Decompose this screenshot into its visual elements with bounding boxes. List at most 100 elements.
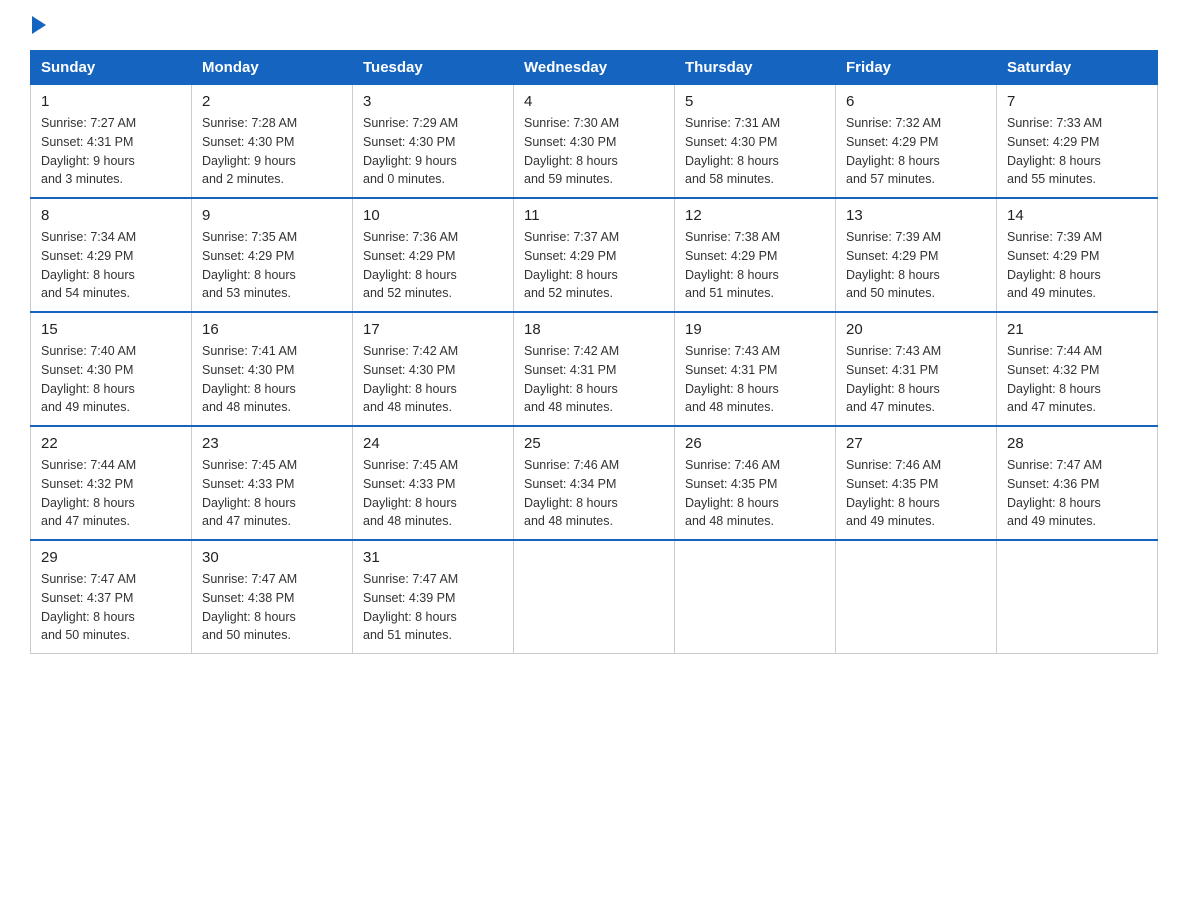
day-info: Sunrise: 7:47 AMSunset: 4:38 PMDaylight:… (202, 570, 342, 645)
day-info: Sunrise: 7:33 AMSunset: 4:29 PMDaylight:… (1007, 114, 1147, 189)
day-info: Sunrise: 7:38 AMSunset: 4:29 PMDaylight:… (685, 228, 825, 303)
calendar-table: SundayMondayTuesdayWednesdayThursdayFrid… (30, 50, 1158, 654)
day-number: 15 (41, 321, 181, 338)
day-number: 1 (41, 93, 181, 110)
day-number: 25 (524, 435, 664, 452)
day-number: 20 (846, 321, 986, 338)
day-number: 4 (524, 93, 664, 110)
calendar-week-row: 8 Sunrise: 7:34 AMSunset: 4:29 PMDaylight… (31, 198, 1158, 312)
calendar-cell: 17 Sunrise: 7:42 AMSunset: 4:30 PMDayligh… (353, 312, 514, 426)
calendar-cell: 16 Sunrise: 7:41 AMSunset: 4:30 PMDayligh… (192, 312, 353, 426)
day-info: Sunrise: 7:47 AMSunset: 4:37 PMDaylight:… (41, 570, 181, 645)
calendar-cell: 3 Sunrise: 7:29 AMSunset: 4:30 PMDaylight… (353, 85, 514, 199)
calendar-cell: 1 Sunrise: 7:27 AMSunset: 4:31 PMDaylight… (31, 85, 192, 199)
calendar-week-row: 1 Sunrise: 7:27 AMSunset: 4:31 PMDaylight… (31, 85, 1158, 199)
day-number: 23 (202, 435, 342, 452)
day-info: Sunrise: 7:27 AMSunset: 4:31 PMDaylight:… (41, 114, 181, 189)
calendar-cell: 5Sunrise: 7:31 AMSunset: 4:30 PMDaylight… (675, 85, 836, 199)
day-number: 19 (685, 321, 825, 338)
col-header-friday: Friday (836, 51, 997, 85)
day-info: Sunrise: 7:35 AMSunset: 4:29 PMDaylight:… (202, 228, 342, 303)
calendar-cell: 20 Sunrise: 7:43 AMSunset: 4:31 PMDayligh… (836, 312, 997, 426)
day-number: 18 (524, 321, 664, 338)
day-info: Sunrise: 7:42 AMSunset: 4:31 PMDaylight:… (524, 342, 664, 417)
page-header (30, 20, 1158, 30)
calendar-cell: 9 Sunrise: 7:35 AMSunset: 4:29 PMDaylight… (192, 198, 353, 312)
day-number: 8 (41, 207, 181, 224)
day-info: Sunrise: 7:31 AMSunset: 4:30 PMDaylight:… (685, 114, 825, 189)
calendar-cell: 28 Sunrise: 7:47 AMSunset: 4:36 PMDayligh… (997, 426, 1158, 540)
day-info: Sunrise: 7:37 AMSunset: 4:29 PMDaylight:… (524, 228, 664, 303)
calendar-cell: 26 Sunrise: 7:46 AMSunset: 4:35 PMDayligh… (675, 426, 836, 540)
day-number: 10 (363, 207, 503, 224)
day-number: 2 (202, 93, 342, 110)
calendar-cell: 10 Sunrise: 7:36 AMSunset: 4:29 PMDayligh… (353, 198, 514, 312)
calendar-week-row: 15Sunrise: 7:40 AMSunset: 4:30 PMDayligh… (31, 312, 1158, 426)
day-info: Sunrise: 7:46 AMSunset: 4:34 PMDaylight:… (524, 456, 664, 531)
calendar-cell (836, 540, 997, 654)
col-header-tuesday: Tuesday (353, 51, 514, 85)
day-number: 29 (41, 549, 181, 566)
day-info: Sunrise: 7:29 AMSunset: 4:30 PMDaylight:… (363, 114, 503, 189)
day-info: Sunrise: 7:30 AMSunset: 4:30 PMDaylight:… (524, 114, 664, 189)
calendar-cell: 31 Sunrise: 7:47 AMSunset: 4:39 PMDayligh… (353, 540, 514, 654)
day-info: Sunrise: 7:36 AMSunset: 4:29 PMDaylight:… (363, 228, 503, 303)
calendar-cell: 18 Sunrise: 7:42 AMSunset: 4:31 PMDayligh… (514, 312, 675, 426)
calendar-cell: 12 Sunrise: 7:38 AMSunset: 4:29 PMDayligh… (675, 198, 836, 312)
day-number: 6 (846, 93, 986, 110)
day-info: Sunrise: 7:43 AMSunset: 4:31 PMDaylight:… (685, 342, 825, 417)
day-number: 30 (202, 549, 342, 566)
calendar-cell (514, 540, 675, 654)
day-info: Sunrise: 7:44 AMSunset: 4:32 PMDaylight:… (41, 456, 181, 531)
calendar-cell: 15Sunrise: 7:40 AMSunset: 4:30 PMDayligh… (31, 312, 192, 426)
day-info: Sunrise: 7:46 AMSunset: 4:35 PMDaylight:… (685, 456, 825, 531)
calendar-cell: 11 Sunrise: 7:37 AMSunset: 4:29 PMDayligh… (514, 198, 675, 312)
day-number: 28 (1007, 435, 1147, 452)
calendar-cell: 21 Sunrise: 7:44 AMSunset: 4:32 PMDayligh… (997, 312, 1158, 426)
calendar-cell: 7 Sunrise: 7:33 AMSunset: 4:29 PMDaylight… (997, 85, 1158, 199)
day-info: Sunrise: 7:41 AMSunset: 4:30 PMDaylight:… (202, 342, 342, 417)
day-info: Sunrise: 7:47 AMSunset: 4:36 PMDaylight:… (1007, 456, 1147, 531)
day-number: 26 (685, 435, 825, 452)
day-info: Sunrise: 7:42 AMSunset: 4:30 PMDaylight:… (363, 342, 503, 417)
day-number: 9 (202, 207, 342, 224)
day-info: Sunrise: 7:34 AMSunset: 4:29 PMDaylight:… (41, 228, 181, 303)
col-header-monday: Monday (192, 51, 353, 85)
calendar-cell (675, 540, 836, 654)
calendar-cell: 24Sunrise: 7:45 AMSunset: 4:33 PMDayligh… (353, 426, 514, 540)
day-info: Sunrise: 7:39 AMSunset: 4:29 PMDaylight:… (846, 228, 986, 303)
calendar-cell: 25 Sunrise: 7:46 AMSunset: 4:34 PMDayligh… (514, 426, 675, 540)
logo-triangle-icon (32, 16, 46, 34)
calendar-cell: 30 Sunrise: 7:47 AMSunset: 4:38 PMDayligh… (192, 540, 353, 654)
col-header-saturday: Saturday (997, 51, 1158, 85)
calendar-cell: 27Sunrise: 7:46 AMSunset: 4:35 PMDayligh… (836, 426, 997, 540)
day-number: 12 (685, 207, 825, 224)
calendar-cell: 29 Sunrise: 7:47 AMSunset: 4:37 PMDayligh… (31, 540, 192, 654)
calendar-cell: 8 Sunrise: 7:34 AMSunset: 4:29 PMDaylight… (31, 198, 192, 312)
calendar-cell: 2 Sunrise: 7:28 AMSunset: 4:30 PMDaylight… (192, 85, 353, 199)
day-number: 17 (363, 321, 503, 338)
col-header-wednesday: Wednesday (514, 51, 675, 85)
calendar-cell: 23Sunrise: 7:45 AMSunset: 4:33 PMDayligh… (192, 426, 353, 540)
day-number: 27 (846, 435, 986, 452)
calendar-cell: 13 Sunrise: 7:39 AMSunset: 4:29 PMDayligh… (836, 198, 997, 312)
day-number: 22 (41, 435, 181, 452)
day-info: Sunrise: 7:43 AMSunset: 4:31 PMDaylight:… (846, 342, 986, 417)
day-number: 16 (202, 321, 342, 338)
day-info: Sunrise: 7:28 AMSunset: 4:30 PMDaylight:… (202, 114, 342, 189)
day-number: 7 (1007, 93, 1147, 110)
col-header-thursday: Thursday (675, 51, 836, 85)
calendar-cell: 19 Sunrise: 7:43 AMSunset: 4:31 PMDayligh… (675, 312, 836, 426)
day-number: 11 (524, 207, 664, 224)
day-info: Sunrise: 7:47 AMSunset: 4:39 PMDaylight:… (363, 570, 503, 645)
day-info: Sunrise: 7:32 AMSunset: 4:29 PMDaylight:… (846, 114, 986, 189)
day-number: 21 (1007, 321, 1147, 338)
day-info: Sunrise: 7:44 AMSunset: 4:32 PMDaylight:… (1007, 342, 1147, 417)
calendar-cell: 14Sunrise: 7:39 AMSunset: 4:29 PMDayligh… (997, 198, 1158, 312)
day-number: 3 (363, 93, 503, 110)
day-number: 14 (1007, 207, 1147, 224)
day-number: 13 (846, 207, 986, 224)
calendar-week-row: 22 Sunrise: 7:44 AMSunset: 4:32 PMDayligh… (31, 426, 1158, 540)
calendar-header-row: SundayMondayTuesdayWednesdayThursdayFrid… (31, 51, 1158, 85)
day-number: 31 (363, 549, 503, 566)
